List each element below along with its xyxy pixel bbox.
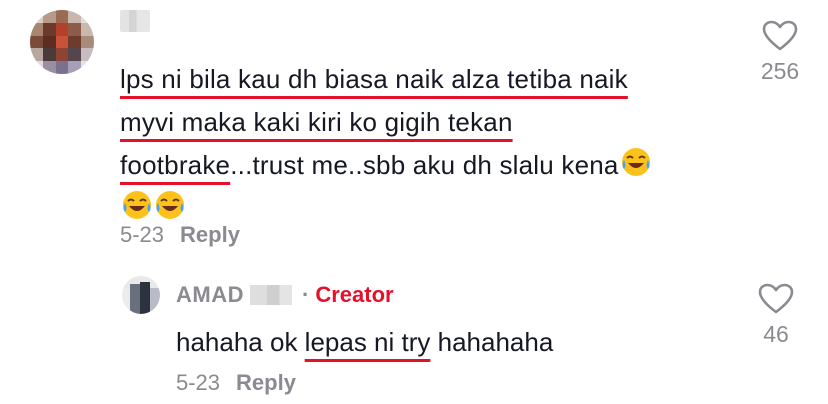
reply-text-underlined: lepas ni try [304, 327, 431, 357]
creator-avatar[interactable] [122, 276, 160, 314]
comment-rest: ...trust me..sbb aku dh slalu kena [230, 150, 619, 180]
comment-footbrake: footbrake [120, 150, 231, 180]
commenter-avatar[interactable] [30, 10, 94, 74]
reply-text-after: hahahaha [430, 327, 554, 357]
like-count: 46 [763, 321, 789, 347]
heart-icon[interactable] [758, 283, 794, 315]
separator-dot: · [302, 282, 310, 307]
reply-header: AMAD · Creator [176, 282, 394, 308]
comment-line-1: lps ni bila kau dh biasa naik alza tetib… [120, 64, 628, 94]
reply-like[interactable]: 46 [746, 283, 806, 348]
heart-icon[interactable] [762, 20, 798, 52]
commenter-name-redacted[interactable] [120, 10, 150, 32]
face-with-tears-of-joy-icon [156, 191, 184, 219]
author-name-redacted [250, 285, 292, 305]
reply-meta: 5-23 Reply [176, 370, 296, 396]
comment-date: 5-23 [120, 222, 165, 247]
reply-button[interactable]: Reply [180, 222, 240, 247]
reply-text-before: hahaha ok [176, 327, 305, 357]
face-with-tears-of-joy-icon [621, 148, 650, 176]
face-with-tears-of-joy-icon [123, 191, 151, 219]
like-count: 256 [760, 58, 800, 84]
reply-reply-button[interactable]: Reply [236, 370, 296, 395]
reply-author[interactable]: AMAD [176, 282, 244, 307]
comment-meta: 5-23 Reply [120, 222, 240, 248]
comment-line-2: myvi maka kaki kiri ko gigih tekan [120, 107, 513, 137]
reply-body: hahaha ok lepas ni try hahahaha [176, 322, 553, 362]
creator-badge: Creator [315, 282, 394, 307]
reply-date: 5-23 [176, 370, 221, 395]
comments-section: lps ni bila kau dh biasa naik alza tetib… [0, 0, 828, 404]
comment-like[interactable]: 256 [750, 20, 810, 85]
comment-body: lps ni bila kau dh biasa naik alza tetib… [120, 58, 720, 230]
